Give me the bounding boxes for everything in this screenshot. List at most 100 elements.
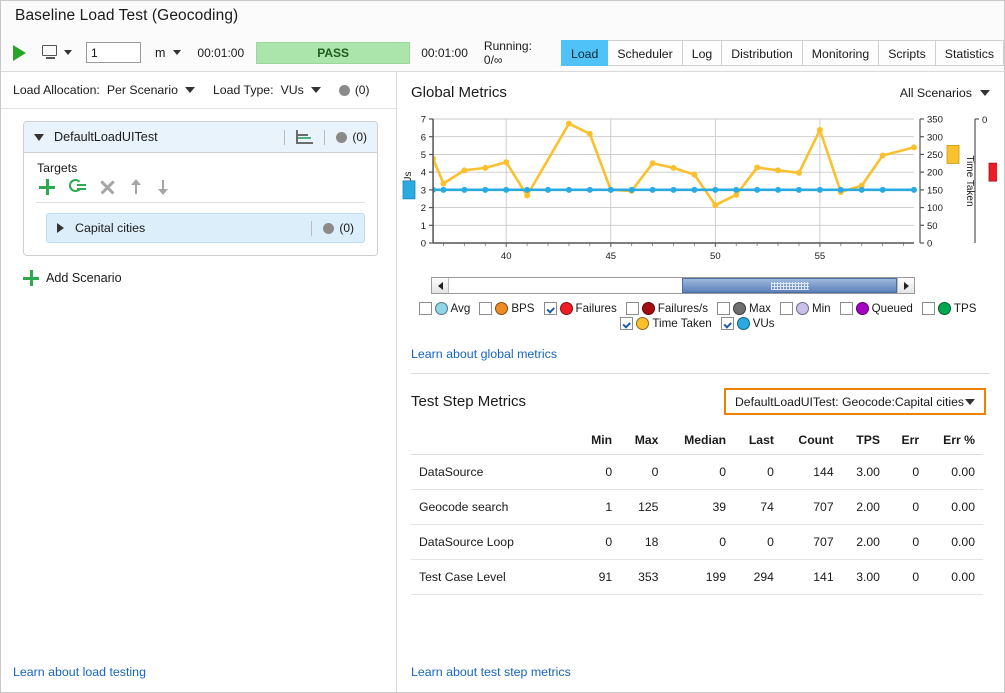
tab-monitoring[interactable]: Monitoring [803,40,879,66]
view-tabs: Load Scheduler Log Distribution Monitori… [561,40,1004,66]
legend-checkbox[interactable] [922,302,935,315]
targets-label: Targets [24,153,377,177]
cell-err: 0 [888,490,927,525]
test-step-selector[interactable]: DefaultLoadUITest: Geocode:Capital citie… [724,388,986,415]
move-down-icon[interactable] [156,179,169,195]
legend-checkbox[interactable] [721,317,734,330]
svg-text:6: 6 [421,132,426,143]
chevron-down-icon[interactable] [34,134,44,141]
target-count: (0) [339,221,354,235]
cell-errpct: 0.00 [927,490,983,525]
legend-checkbox[interactable] [626,302,639,315]
svg-text:55: 55 [815,251,826,262]
target-row-capital-cities[interactable]: Capital cities (0) [46,213,365,243]
table-row[interactable]: DataSource Loop018007072.0000.00 [411,525,983,560]
cell-tps: 3.00 [842,455,888,490]
play-icon[interactable] [13,45,26,61]
duration-unit-chevron-icon[interactable] [173,50,181,55]
legend-label: VUs [753,317,775,330]
clone-icon[interactable] [69,179,86,195]
load-allocation-value[interactable]: Per Scenario [107,83,178,97]
legend-checkbox[interactable] [840,302,853,315]
legend-color-swatch-icon [796,302,809,315]
legend-checkbox[interactable] [544,302,557,315]
legend-checkbox[interactable] [717,302,730,315]
load-profile-icon[interactable] [296,130,313,144]
add-icon[interactable] [39,179,55,195]
targets-toolbar [24,177,377,202]
column-header-name [411,429,577,455]
scenario-header[interactable]: DefaultLoadUITest (0) [24,122,377,153]
page-title: Baseline Load Test (Geocoding) [15,7,238,24]
svg-text:3: 3 [421,185,426,196]
load-type-value[interactable]: VUs [281,83,304,97]
cell-err: 0 [888,455,927,490]
table-row[interactable]: DataSource00001443.0000.00 [411,455,983,490]
scroll-right-button[interactable] [897,278,914,293]
legend-label: Avg [451,302,471,315]
legend-item-bps[interactable]: BPS [479,302,534,315]
legend-item-tps[interactable]: TPS [922,302,977,315]
svg-text:200: 200 [927,168,943,179]
cell-median: 199 [666,560,734,595]
chevron-down-icon [965,399,975,405]
tab-statistics[interactable]: Statistics [936,40,1004,66]
table-row[interactable]: Test Case Level913531992941413.0000.00 [411,560,983,595]
scroll-left-button[interactable] [432,278,449,293]
legend-checkbox[interactable] [479,302,492,315]
delete-icon[interactable] [100,180,115,195]
legend-label: BPS [511,302,534,315]
tab-scheduler[interactable]: Scheduler [608,40,682,66]
cell-min: 91 [577,560,620,595]
legend-item-max[interactable]: Max [717,302,771,315]
test-step-metrics-table: Min Max Median Last Count TPS Err Err % … [411,429,983,595]
legend-item-failures-s[interactable]: Failures/s [626,302,708,315]
load-allocation-chevron-icon[interactable] [185,87,195,93]
legend-label: Min [812,302,831,315]
table-row[interactable]: Geocode search112539747072.0000.00 [411,490,983,525]
legend-label: Queued [872,302,913,315]
allocation-row: Load Allocation: Per Scenario Load Type:… [1,72,396,109]
svg-text:5: 5 [421,150,426,161]
scrollbar-track[interactable] [449,278,897,293]
scenario-scope-chevron-icon[interactable] [980,90,990,96]
cell-err: 0 [888,560,927,595]
svg-text:250: 250 [927,150,943,161]
legend-item-vus[interactable]: VUs [721,317,775,330]
tab-scripts[interactable]: Scripts [879,40,936,66]
legend-checkbox[interactable] [780,302,793,315]
divider [324,130,325,145]
learn-about-load-testing-link[interactable]: Learn about load testing [13,665,146,679]
tab-load[interactable]: Load [561,40,608,66]
legend-item-avg[interactable]: Avg [419,302,471,315]
cell-count: 707 [782,525,842,560]
learn-about-test-step-metrics-link[interactable]: Learn about test step metrics [411,665,571,679]
load-type-chevron-icon[interactable] [311,87,321,93]
legend-item-min[interactable]: Min [780,302,831,315]
test-step-metrics-title: Test Step Metrics [411,393,724,410]
legend-item-queued[interactable]: Queued [840,302,913,315]
legend-checkbox[interactable] [419,302,432,315]
target-selector[interactable] [42,45,72,60]
chart-horizontal-scrollbar[interactable] [431,277,915,294]
svg-text:45: 45 [605,251,616,262]
chevron-right-icon[interactable] [57,223,64,233]
learn-about-global-metrics-link[interactable]: Learn about global metrics [411,347,1004,361]
tab-distribution[interactable]: Distribution [722,40,803,66]
add-scenario-button[interactable]: Add Scenario [23,270,396,286]
title-bar: Baseline Load Test (Geocoding) [1,1,1004,34]
cell-last: 0 [734,455,782,490]
duration-input[interactable] [86,42,141,63]
legend-color-swatch-icon [642,302,655,315]
legend-checkbox[interactable] [620,317,633,330]
duration-unit-label: m [155,46,165,60]
cell-median: 0 [666,455,734,490]
legend-item-failures[interactable]: Failures [544,302,617,315]
legend-item-time-taken[interactable]: Time Taken [620,317,711,330]
status-dot-icon [336,132,347,143]
tab-log[interactable]: Log [683,40,723,66]
scrollbar-thumb[interactable] [682,278,897,293]
scenario-scope-value[interactable]: All Scenarios [900,86,972,100]
cell-errpct: 0.00 [927,455,983,490]
move-up-icon[interactable] [129,179,142,195]
